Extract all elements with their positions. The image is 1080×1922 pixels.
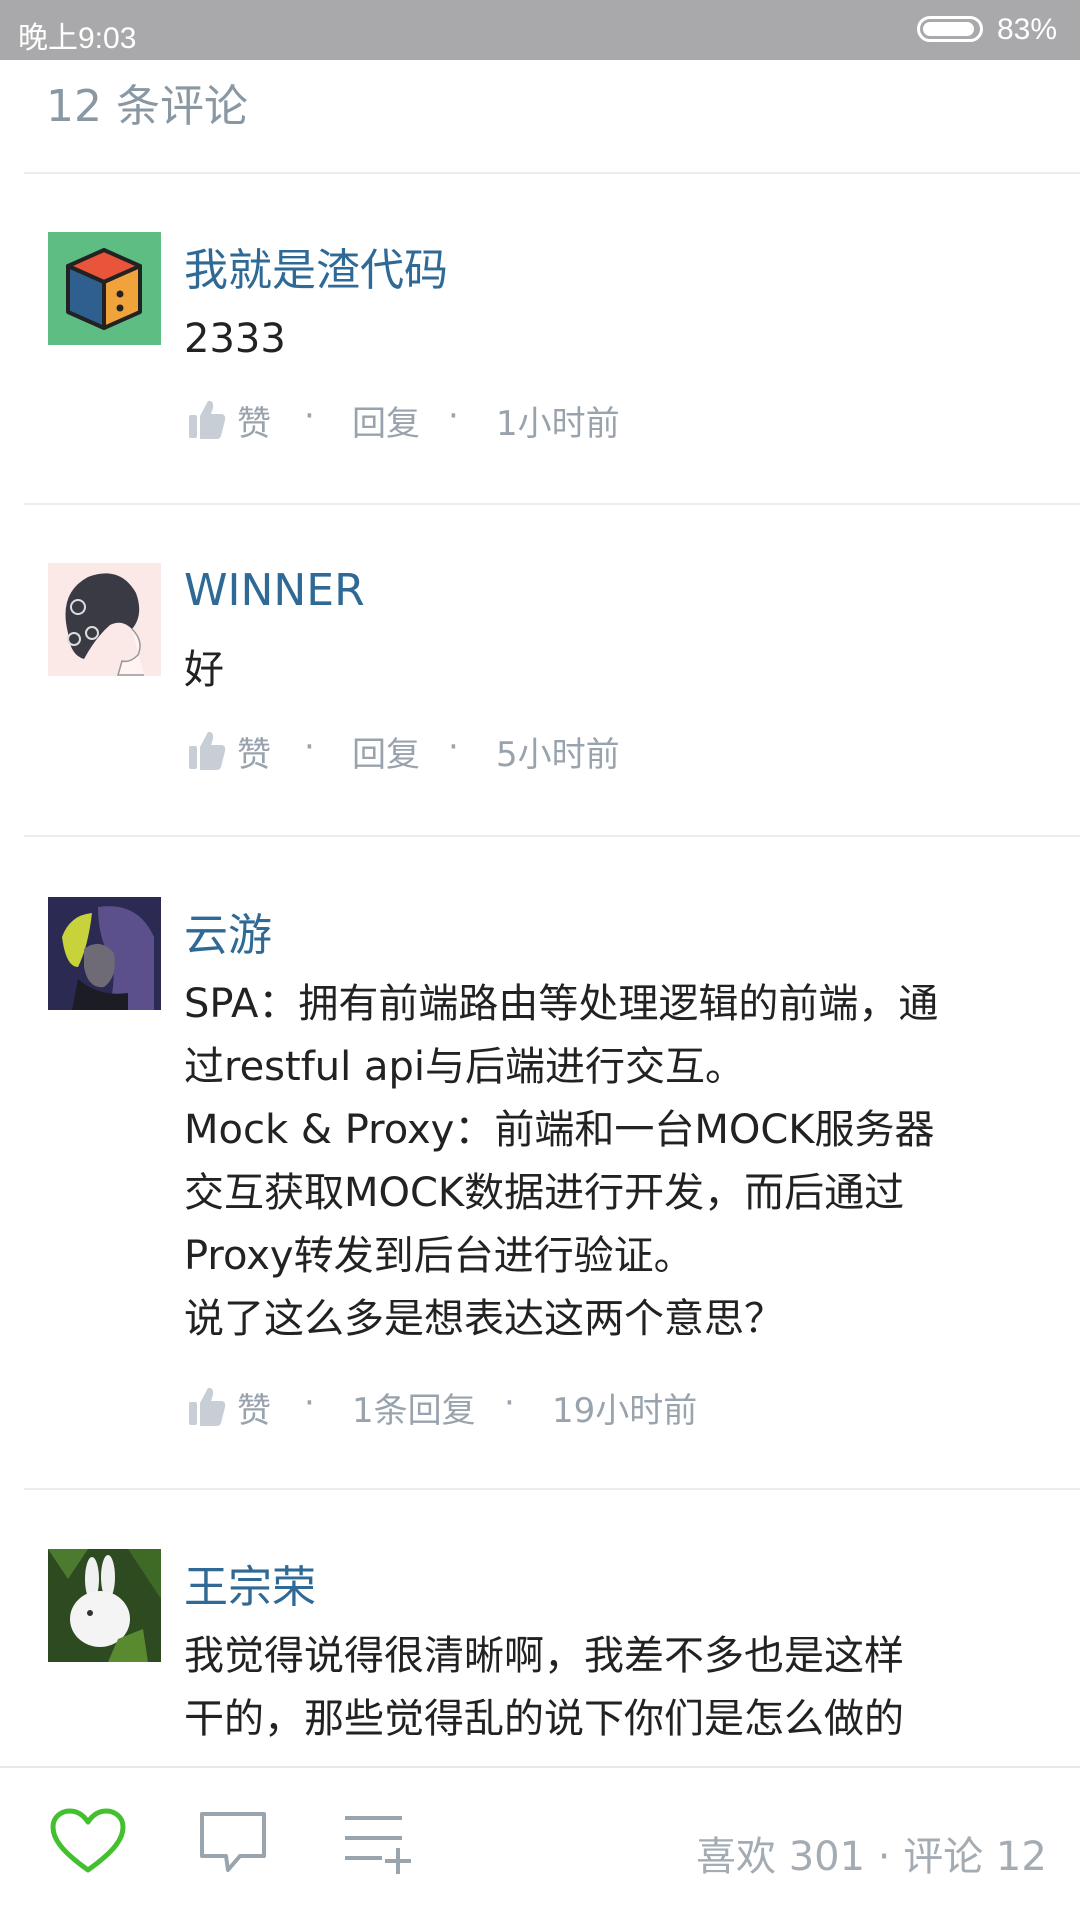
comment-author[interactable]: 我就是渣代码 xyxy=(184,234,448,298)
replies-button[interactable]: 1条回复 xyxy=(352,1383,476,1432)
comment-text-line: 2333 xyxy=(184,316,286,362)
status-bar: 晚上9:03 83% xyxy=(0,0,1080,60)
comment-body: 2333 xyxy=(184,308,1024,371)
avatar[interactable] xyxy=(48,897,161,1010)
comment-author[interactable]: 王宗荣 xyxy=(184,1551,316,1615)
separator-dot: · xyxy=(304,1383,315,1423)
separator-dot: · xyxy=(504,1383,515,1423)
comment-time: 19小时前 xyxy=(552,1391,698,1431)
comment-author[interactable]: WINNER xyxy=(184,565,365,616)
avatar[interactable] xyxy=(48,563,161,676)
comment-text-line: SPA：拥有前端路由等处理逻辑的前端，通 xyxy=(184,981,939,1027)
separator-dot: · xyxy=(448,727,459,767)
comment-text-line: 交互获取MOCK数据进行开发，而后通过 xyxy=(184,1170,905,1216)
separator-dot: · xyxy=(304,396,315,436)
reply-button[interactable]: 回复 xyxy=(352,727,420,776)
reply-button[interactable]: 回复 xyxy=(352,396,420,445)
separator-dot: · xyxy=(448,396,459,436)
sketch-portrait-avatar xyxy=(48,563,161,676)
comment-text-line: 好 xyxy=(184,647,224,693)
comment-count-heading: 12 条评论 xyxy=(46,81,248,132)
comment-icon[interactable] xyxy=(198,1810,268,1876)
avatar[interactable] xyxy=(48,1549,161,1662)
separator-dot: · xyxy=(304,727,315,767)
rabbit-avatar xyxy=(48,1549,161,1662)
comment-author[interactable]: 云游 xyxy=(184,899,272,963)
comment-text-line: Proxy转发到后台进行验证。 xyxy=(184,1233,694,1279)
bottom-action-bar: 喜欢 301 · 评论 12 xyxy=(0,1766,1080,1922)
thumbs-up-icon[interactable] xyxy=(188,1385,226,1427)
comment-time: 1小时前 xyxy=(496,404,620,444)
battery-icon xyxy=(917,16,983,42)
thumbs-up-icon[interactable] xyxy=(188,398,226,440)
cube-avatar-icon xyxy=(66,248,142,330)
likes-comments-count: 喜欢 301 · 评论 12 xyxy=(696,1834,1047,1880)
comment-text-line: Mock & Proxy：前端和一台MOCK服务器 xyxy=(184,1107,935,1153)
anime-character-avatar xyxy=(48,897,161,1010)
divider xyxy=(24,503,1080,505)
divider xyxy=(24,172,1080,174)
comment-text-line: 过restful api与后端进行交互。 xyxy=(184,1044,745,1090)
heart-icon[interactable] xyxy=(50,1808,126,1874)
like-button[interactable]: 赞 xyxy=(237,396,271,445)
comment-text-line: 说了这么多是想表达这两个意思？ xyxy=(184,1296,784,1342)
status-time: 晚上9:03 xyxy=(18,22,137,55)
avatar[interactable] xyxy=(48,232,161,345)
add-to-list-icon[interactable] xyxy=(342,1812,414,1876)
thumbs-up-icon[interactable] xyxy=(188,729,226,771)
like-button[interactable]: 赞 xyxy=(237,727,271,776)
comment-body: 我觉得说得很清晰啊，我差不多也是这样 干的，那些觉得乱的说下你们是怎么做的 xyxy=(184,1625,1024,1751)
comment-text-line: 干的，那些觉得乱的说下你们是怎么做的 xyxy=(184,1696,904,1742)
comment-time: 5小时前 xyxy=(496,735,620,775)
comment-text-line: 我觉得说得很清晰啊，我差不多也是这样 xyxy=(184,1633,904,1679)
divider xyxy=(24,835,1080,837)
comment-body: SPA：拥有前端路由等处理逻辑的前端，通 过restful api与后端进行交互… xyxy=(184,973,1024,1351)
comment-body: 好 xyxy=(184,639,1024,702)
divider xyxy=(24,1488,1080,1490)
like-button[interactable]: 赞 xyxy=(237,1383,271,1432)
battery-percent: 83% xyxy=(997,13,1058,46)
